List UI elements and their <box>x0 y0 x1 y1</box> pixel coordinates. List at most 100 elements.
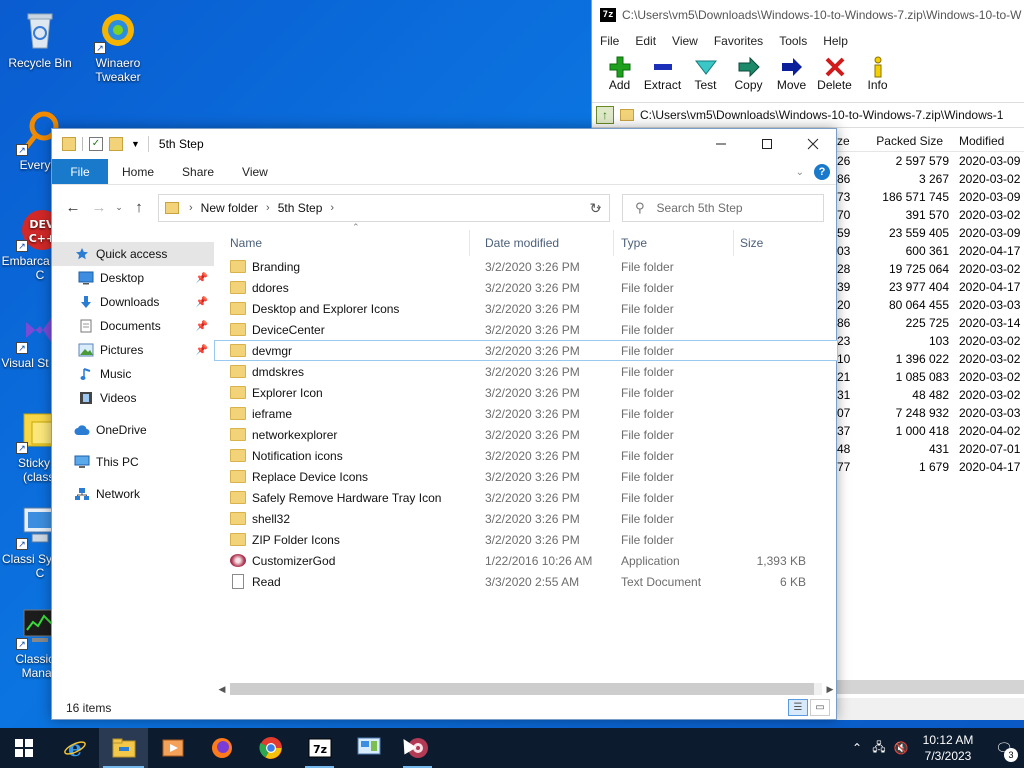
nav-item-onedrive[interactable]: OneDrive <box>52 418 214 442</box>
zip-row[interactable]: 48 431 2020-07-01 1 <box>837 442 1024 460</box>
zip-row[interactable]: 26 2 597 579 2020-03-09 0 <box>837 154 1024 172</box>
desktop-icon-winaero-tweaker[interactable]: ↗ Winaero Tweaker <box>78 8 158 84</box>
up-folder-icon[interactable]: ↑ <box>596 106 614 124</box>
minimize-button[interactable] <box>698 129 744 159</box>
pin-icon[interactable]: 📌 <box>196 321 208 332</box>
menu-edit[interactable]: Edit <box>635 34 656 48</box>
menu-view[interactable]: View <box>672 34 698 48</box>
zip-row[interactable]: 59 23 559 405 2020-03-09 1 <box>837 226 1024 244</box>
pin-icon[interactable]: 📌 <box>196 297 208 308</box>
pin-icon[interactable]: 📌 <box>196 345 208 356</box>
7zip-address-bar[interactable]: ↑ C:\Users\vm5\Downloads\Windows-10-to-W… <box>592 102 1024 128</box>
network-status-icon[interactable]: 🖧 <box>868 738 890 759</box>
details-view-icon[interactable]: ☰ <box>788 699 808 716</box>
close-button[interactable] <box>790 129 836 159</box>
column-size[interactable]: Size <box>734 230 806 256</box>
zip-row[interactable]: 10 1 396 022 2020-03-02 1 <box>837 352 1024 370</box>
zip-row[interactable]: 20 80 064 455 2020-03-03 0 <box>837 298 1024 316</box>
zip-row[interactable]: 21 1 085 083 2020-03-02 1 <box>837 370 1024 388</box>
back-button[interactable]: ← <box>60 194 86 220</box>
nav-item-this-pc[interactable]: This PC <box>52 450 214 474</box>
menu-tools[interactable]: Tools <box>779 34 807 48</box>
zip-row[interactable]: 86 225 725 2020-03-14 1 <box>837 316 1024 334</box>
table-row[interactable]: Read 3/3/2020 2:55 AM Text Document 6 KB <box>214 571 838 592</box>
address-bar[interactable]: › New folder › 5th Step › ⌄ <box>158 194 610 222</box>
menu-help[interactable]: Help <box>823 34 848 48</box>
taskbar-item-file-explorer[interactable] <box>99 728 148 768</box>
breadcrumb-chevron-icon[interactable]: › <box>266 202 270 214</box>
nav-item-videos[interactable]: Videos <box>52 386 214 410</box>
nav-item-music[interactable]: Music <box>52 362 214 386</box>
breadcrumb-chevron-icon[interactable]: › <box>330 202 334 214</box>
info-button[interactable]: Info <box>856 52 899 92</box>
column-type[interactable]: Type <box>614 230 734 256</box>
explorer-title-bar[interactable]: ✓ ▼ 5th Step <box>52 129 836 159</box>
table-row[interactable]: Desktop and Explorer Icons 3/2/2020 3:26 … <box>214 298 838 319</box>
zip-row[interactable]: 86 3 267 2020-03-02 1 <box>837 172 1024 190</box>
show-hidden-icons-chevron-icon[interactable]: ⌃ <box>846 741 868 755</box>
zip-row[interactable]: 39 23 977 404 2020-04-17 0 <box>837 280 1024 298</box>
add-button[interactable]: Add <box>598 52 641 92</box>
zip-row[interactable]: 31 48 482 2020-03-02 1 <box>837 388 1024 406</box>
scroll-thumb[interactable] <box>230 683 814 695</box>
menu-file[interactable]: File <box>600 34 619 48</box>
taskbar-item-control-panel[interactable] <box>344 728 393 768</box>
nav-item-downloads[interactable]: Downloads 📌 <box>52 290 214 314</box>
7zip-title-bar[interactable]: 7z C:\Users\vm5\Downloads\Windows-10-to-… <box>592 0 1024 30</box>
search-input[interactable]: ⚲ Search 5th Step <box>622 194 824 222</box>
zip-row[interactable]: 70 391 570 2020-03-02 1 <box>837 208 1024 226</box>
table-row[interactable]: dmdskres 3/2/2020 3:26 PM File folder <box>214 361 838 382</box>
extract-button[interactable]: Extract <box>641 52 684 92</box>
table-row[interactable]: Notification icons 3/2/2020 3:26 PM File f… <box>214 445 838 466</box>
column-size[interactable]: ze <box>837 130 850 151</box>
scroll-track[interactable] <box>230 683 822 695</box>
7zip-scrollbar[interactable] <box>837 680 1024 694</box>
breadcrumb-new-folder[interactable]: New folder <box>201 201 258 215</box>
nav-item-pictures[interactable]: Pictures 📌 <box>52 338 214 362</box>
table-row[interactable]: ddores 3/2/2020 3:26 PM File folder <box>214 277 838 298</box>
zip-row[interactable]: 23 103 2020-03-02 1 <box>837 334 1024 352</box>
help-icon[interactable]: ? <box>814 164 830 180</box>
table-row[interactable]: Explorer Icon 3/2/2020 3:26 PM File folder <box>214 382 838 403</box>
customize-toolbar-chevron-icon[interactable]: ▼ <box>131 139 140 149</box>
breadcrumb-chevron-icon[interactable]: › <box>189 202 193 214</box>
nav-item-desktop[interactable]: Desktop 📌 <box>52 266 214 290</box>
clock[interactable]: 10:12 AM 7/3/2023 <box>912 732 984 764</box>
taskbar-item-media-player[interactable] <box>148 728 197 768</box>
table-row[interactable]: DeviceCenter 3/2/2020 3:26 PM File folder <box>214 319 838 340</box>
delete-button[interactable]: Delete <box>813 52 856 92</box>
pin-icon[interactable]: 📌 <box>196 273 208 284</box>
recent-locations-chevron-icon[interactable]: ⌄ <box>112 202 126 213</box>
zip-row[interactable]: 77 1 679 2020-04-17 0 <box>837 460 1024 478</box>
table-row[interactable]: shell32 3/2/2020 3:26 PM File folder <box>214 508 838 529</box>
table-row[interactable]: Safely Remove Hardware Tray Icon 3/2/2020… <box>214 487 838 508</box>
copy-button[interactable]: Copy <box>727 52 770 92</box>
zip-row[interactable]: 73 186 571 745 2020-03-09 1 <box>837 190 1024 208</box>
taskbar-item-7zip[interactable]: 7z <box>295 728 344 768</box>
properties-check-icon[interactable]: ✓ <box>89 137 103 151</box>
nav-item-documents[interactable]: Documents 📌 <box>52 314 214 338</box>
action-center-button[interactable]: 🗨 3 <box>984 728 1024 768</box>
table-row[interactable]: ZIP Folder Icons 3/2/2020 3:26 PM File fol… <box>214 529 838 550</box>
table-row[interactable]: Replace Device Icons 3/2/2020 3:26 PM File… <box>214 466 838 487</box>
tab-home[interactable]: Home <box>108 159 168 184</box>
column-name[interactable]: Name <box>214 230 470 256</box>
tab-share[interactable]: Share <box>168 159 228 184</box>
tab-view[interactable]: View <box>228 159 282 184</box>
table-row[interactable]: devmgr 3/2/2020 3:26 PM File folder <box>214 340 838 361</box>
column-modified[interactable]: Modified <box>949 130 1024 151</box>
zip-row[interactable]: 28 19 725 064 2020-03-02 1 <box>837 262 1024 280</box>
table-row[interactable]: ieframe 3/2/2020 3:26 PM File folder <box>214 403 838 424</box>
forward-button[interactable]: → <box>86 194 112 220</box>
expand-ribbon-chevron-icon[interactable]: ⌄ <box>796 167 804 178</box>
zip-row[interactable]: 07 7 248 932 2020-03-03 0 <box>837 406 1024 424</box>
tab-file[interactable]: File <box>52 159 108 184</box>
nav-item-network[interactable]: Network <box>52 482 214 506</box>
scroll-left-icon[interactable]: ◀ <box>214 684 230 695</box>
menu-favorites[interactable]: Favorites <box>714 34 763 48</box>
volume-muted-icon[interactable]: 🔇 <box>890 741 912 755</box>
up-button[interactable]: ↑ <box>126 194 152 220</box>
move-button[interactable]: Move <box>770 52 813 92</box>
column-packed-size[interactable]: Packed Size <box>849 130 949 151</box>
zip-row[interactable]: 37 1 000 418 2020-04-02 0 <box>837 424 1024 442</box>
